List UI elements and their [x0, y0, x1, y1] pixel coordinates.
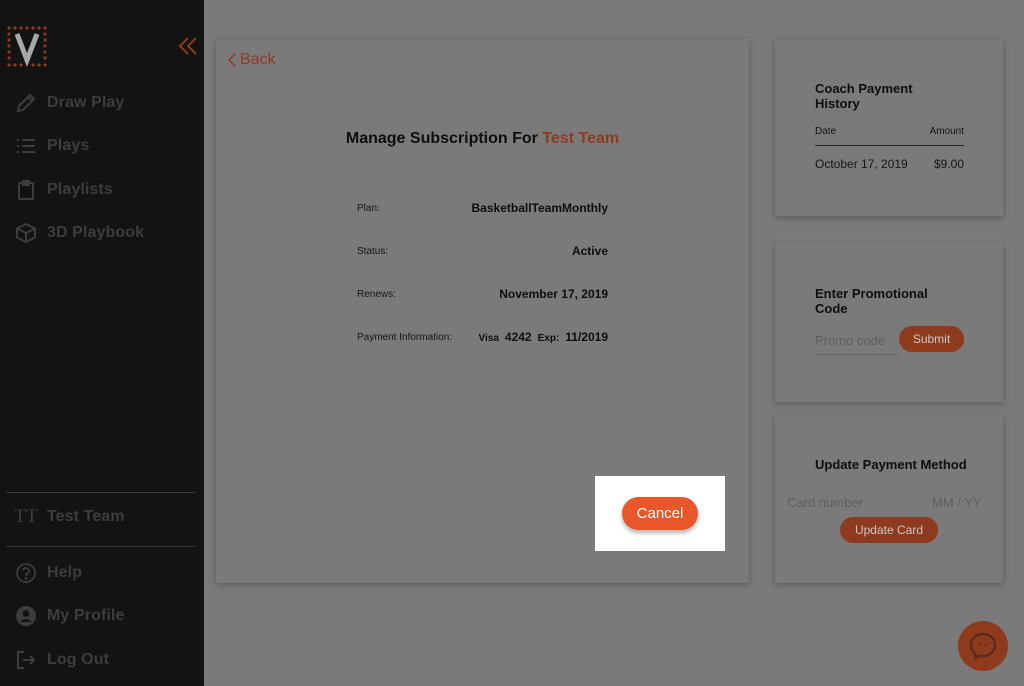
- history-title: Coach Payment History: [815, 81, 913, 111]
- title-prefix: Manage Subscription For: [345, 130, 543, 147]
- status-value: Active: [571, 244, 608, 258]
- nav-label: Playlists: [47, 181, 113, 198]
- logo-icon[interactable]: [6, 25, 48, 69]
- nav-label: Log Out: [47, 651, 110, 668]
- card-expiry-input[interactable]: MM / YY: [932, 495, 982, 510]
- team-switcher[interactable]: TT Test Team: [14, 504, 125, 530]
- payment-value: Visa 4242 Exp: 11/2019: [479, 330, 608, 344]
- sidebar-divider: [6, 492, 195, 493]
- sidebar-divider: [6, 546, 195, 547]
- history-header: Date Amount: [815, 126, 964, 137]
- chevron-left-icon: [228, 53, 236, 67]
- page-title: Manage Subscription For Test Team: [216, 130, 749, 148]
- card-exp-label: Exp:: [537, 333, 560, 344]
- history-amount: $9.00: [933, 157, 964, 171]
- nav-label: My Profile: [47, 607, 125, 624]
- nav-label: Plays: [47, 137, 90, 154]
- promo-code-input[interactable]: Promo code: [815, 327, 899, 355]
- nav-playlists[interactable]: Playlists: [14, 177, 113, 203]
- promo-submit-button[interactable]: Submit: [899, 326, 964, 352]
- back-link[interactable]: Back: [228, 51, 276, 69]
- collapse-sidebar-icon[interactable]: [178, 36, 198, 56]
- payment-label: Payment Information:: [357, 331, 453, 343]
- sidebar: Draw Play Plays Playlists 3D Playbook TT…: [0, 0, 204, 686]
- cube-icon: [14, 221, 38, 245]
- user-icon: [14, 604, 38, 628]
- plan-label: Plan:: [357, 202, 380, 214]
- nav-label: Draw Play: [47, 94, 125, 111]
- status-row: Status: Active: [357, 241, 608, 261]
- card-last4: 4242: [504, 330, 532, 344]
- nav-plays[interactable]: Plays: [14, 133, 89, 159]
- team-initials: TT: [14, 506, 38, 527]
- messenger-icon: [969, 632, 997, 660]
- card-brand: Visa: [478, 333, 499, 344]
- plan-row: Plan: BasketballTeamMonthly: [357, 198, 608, 218]
- clipboard-icon: [14, 178, 38, 202]
- history-row: October 17, 2019 $9.00: [815, 157, 964, 171]
- title-team: Test Team: [542, 130, 620, 147]
- date-header: Date: [815, 126, 837, 137]
- renews-row: Renews: November 17, 2019: [357, 284, 608, 304]
- promo-card: Enter Promotional Code Promo code Submit: [775, 243, 1003, 402]
- payment-method-title: Update Payment Method: [815, 457, 967, 472]
- back-label: Back: [240, 51, 276, 68]
- payment-history-card: Coach Payment History Date Amount Octobe…: [775, 39, 1003, 216]
- renews-value: November 17, 2019: [499, 287, 608, 301]
- nav-label: Help: [47, 564, 83, 581]
- payment-row: Payment Information: Visa 4242 Exp: 11/2019: [357, 327, 608, 347]
- update-card-button[interactable]: Update Card: [840, 517, 938, 543]
- cancel-subscription-button[interactable]: Cancel: [622, 497, 698, 530]
- history-date: October 17, 2019: [815, 157, 908, 171]
- promo-title: Enter Promotional Code: [815, 286, 928, 316]
- nav-label: 3D Playbook: [47, 224, 145, 241]
- nav-draw-play[interactable]: Draw Play: [14, 90, 124, 116]
- nav-help[interactable]: Help: [14, 560, 82, 586]
- pencil-icon: [14, 91, 38, 115]
- card-number-input[interactable]: Card number: [787, 495, 863, 510]
- list-icon: [14, 134, 38, 158]
- nav-my-profile[interactable]: My Profile: [14, 603, 124, 629]
- history-divider: [815, 145, 964, 146]
- status-label: Status:: [357, 245, 389, 257]
- question-icon: [14, 561, 38, 585]
- messenger-chat-button[interactable]: [958, 621, 1008, 671]
- amount-header: Amount: [929, 126, 964, 137]
- card-exp: 11/2019: [565, 330, 608, 344]
- team-name: Test Team: [47, 508, 125, 525]
- nav-log-out[interactable]: Log Out: [14, 647, 109, 673]
- payment-method-card: Update Payment Method Card number MM / Y…: [775, 415, 1003, 583]
- logout-icon: [14, 648, 38, 672]
- renews-label: Renews:: [357, 288, 396, 300]
- plan-value: BasketballTeamMonthly: [471, 201, 608, 215]
- nav-3d-playbook[interactable]: 3D Playbook: [14, 220, 144, 246]
